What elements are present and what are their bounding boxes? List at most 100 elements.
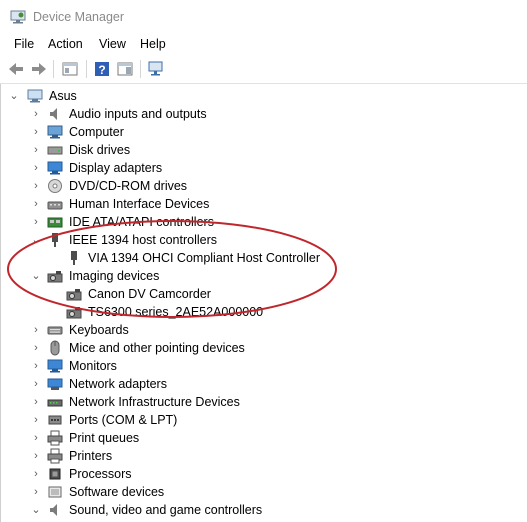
tree-category-print-queues[interactable]: › Print queues <box>1 429 521 447</box>
chevron-right-icon[interactable]: › <box>31 467 41 481</box>
tree-category-printers[interactable]: › Printers <box>1 447 521 465</box>
disk-drive-icon <box>47 146 63 155</box>
chevron-right-icon[interactable]: › <box>31 143 41 157</box>
chevron-right-icon[interactable]: › <box>31 449 41 463</box>
camera-icon <box>66 289 82 301</box>
tree-category-ide[interactable]: › IDE ATA/ATAPI controllers <box>1 213 521 231</box>
tree-category-label: Keyboards <box>69 323 129 337</box>
menu-file[interactable]: File <box>14 37 34 51</box>
keyboard-icon <box>47 326 63 335</box>
tree-category-label: Network adapters <box>69 377 167 391</box>
chevron-right-icon[interactable]: › <box>31 377 41 391</box>
tree-category-label: Display adapters <box>69 161 163 175</box>
device-tree: ⌄ Asus › Audio inputs and outputs › Comp… <box>0 84 528 522</box>
tree-device-via1394[interactable]: VIA 1394 OHCI Compliant Host Controller <box>1 249 521 267</box>
toolbar: ? <box>0 55 528 84</box>
ieee1394-controller-icon <box>52 233 58 247</box>
device-manager-icon <box>10 10 26 24</box>
tree-category-label: Computer <box>69 125 124 139</box>
toolbar-separator <box>140 60 141 78</box>
tree-category-keyboards[interactable]: › Keyboards <box>1 321 521 339</box>
tree-category-computer[interactable]: › Computer <box>1 123 521 141</box>
tree-category-label: Printers <box>69 449 113 463</box>
ide-controller-icon <box>47 217 63 228</box>
help-icon[interactable]: ? <box>93 60 111 78</box>
printer-icon <box>47 448 63 464</box>
tree-category-software[interactable]: › Software devices <box>1 483 521 501</box>
tree-category-processors[interactable]: › Processors <box>1 465 521 483</box>
computer-icon <box>27 89 43 103</box>
tree-category-display[interactable]: › Display adapters <box>1 159 521 177</box>
back-arrow-icon[interactable] <box>7 60 25 78</box>
tree-root[interactable]: ⌄ Asus <box>1 87 521 105</box>
chevron-down-icon[interactable]: ⌄ <box>9 89 19 103</box>
tree-category-audio[interactable]: › Audio inputs and outputs <box>1 105 521 123</box>
ieee1394-controller-icon <box>71 251 77 265</box>
dvd-drive-icon <box>48 179 62 193</box>
chevron-right-icon[interactable]: › <box>31 323 41 337</box>
camera-icon <box>66 307 82 319</box>
tree-category-hid[interactable]: › Human Interface Devices <box>1 195 521 213</box>
chevron-right-icon[interactable]: › <box>31 485 41 499</box>
speaker-icon <box>50 108 57 120</box>
tree-category-label: IEEE 1394 host controllers <box>69 233 217 247</box>
tree-category-monitors[interactable]: › Monitors <box>1 357 521 375</box>
monitor-icon <box>47 359 63 373</box>
processor-icon <box>49 468 61 480</box>
tree-category-label: Sound, video and game controllers <box>69 503 263 517</box>
tree-device-ts6300[interactable]: TS6300 series_2AE52A000000 <box>1 303 521 321</box>
tree-category-disk[interactable]: › Disk drives <box>1 141 521 159</box>
camera-icon <box>47 271 63 283</box>
chevron-down-icon[interactable]: ⌄ <box>31 503 41 517</box>
computer-icon <box>47 125 63 139</box>
speaker-icon <box>50 504 57 516</box>
chevron-right-icon[interactable]: › <box>31 107 41 121</box>
tree-category-label: Monitors <box>69 359 117 373</box>
tree-category-network-infra[interactable]: › Network Infrastructure Devices <box>1 393 521 411</box>
mouse-icon <box>50 340 60 356</box>
tree-device-label: TS6300 series_2AE52A000000 <box>88 305 264 319</box>
tree-category-label: Software devices <box>69 485 165 499</box>
tree-category-dvd[interactable]: › DVD/CD-ROM drives <box>1 177 521 195</box>
menu-view[interactable]: View <box>99 37 126 51</box>
menu-action[interactable]: Action <box>48 37 83 51</box>
tree-category-network-adapters[interactable]: › Network adapters <box>1 375 521 393</box>
chevron-right-icon[interactable]: › <box>31 413 41 427</box>
chevron-right-icon[interactable]: › <box>31 197 41 211</box>
menu-help[interactable]: Help <box>140 37 166 51</box>
tree-category-label: Print queues <box>69 431 140 445</box>
tree-device-canon[interactable]: Canon DV Camcorder <box>1 285 521 303</box>
chevron-right-icon[interactable]: › <box>31 161 41 175</box>
window-title: Device Manager <box>33 10 125 24</box>
tree-category-label: Processors <box>69 467 132 481</box>
tree-category-label: Network Infrastructure Devices <box>69 395 240 409</box>
forward-arrow-icon[interactable] <box>30 60 48 78</box>
action-panel-icon[interactable] <box>116 60 134 78</box>
software-device-icon <box>48 486 62 498</box>
chevron-right-icon[interactable]: › <box>31 341 41 355</box>
tree-category-imaging[interactable]: ⌄ Imaging devices <box>1 267 521 285</box>
chevron-right-icon[interactable]: › <box>31 395 41 409</box>
tree-category-ieee1394[interactable]: ⌄ IEEE 1394 host controllers <box>1 231 521 249</box>
tree-category-label: Human Interface Devices <box>69 197 210 211</box>
tree-category-mice[interactable]: › Mice and other pointing devices <box>1 339 521 357</box>
chevron-right-icon[interactable]: › <box>31 215 41 229</box>
tree-category-label: Imaging devices <box>69 269 160 283</box>
chevron-down-icon[interactable]: ⌄ <box>31 269 41 283</box>
tree-category-label: IDE ATA/ATAPI controllers <box>69 215 214 229</box>
tree-category-label: Disk drives <box>69 143 131 157</box>
chevron-right-icon[interactable]: › <box>31 431 41 445</box>
chevron-right-icon[interactable]: › <box>31 125 41 139</box>
scan-hardware-icon[interactable] <box>147 60 165 78</box>
title-bar: Device Manager <box>0 0 528 34</box>
chevron-down-icon[interactable]: ⌄ <box>31 233 41 247</box>
chevron-right-icon[interactable]: › <box>31 179 41 193</box>
display-adapter-icon <box>47 161 63 175</box>
tree-category-label: Ports (COM & LPT) <box>69 413 178 427</box>
tree-category-ports[interactable]: › Ports (COM & LPT) <box>1 411 521 429</box>
network-adapter-icon <box>47 378 63 390</box>
properties-panel-icon[interactable] <box>61 60 79 78</box>
tree-category-sound[interactable]: ⌄ Sound, video and game controllers <box>1 501 521 519</box>
print-queue-icon <box>47 430 63 446</box>
chevron-right-icon[interactable]: › <box>31 359 41 373</box>
